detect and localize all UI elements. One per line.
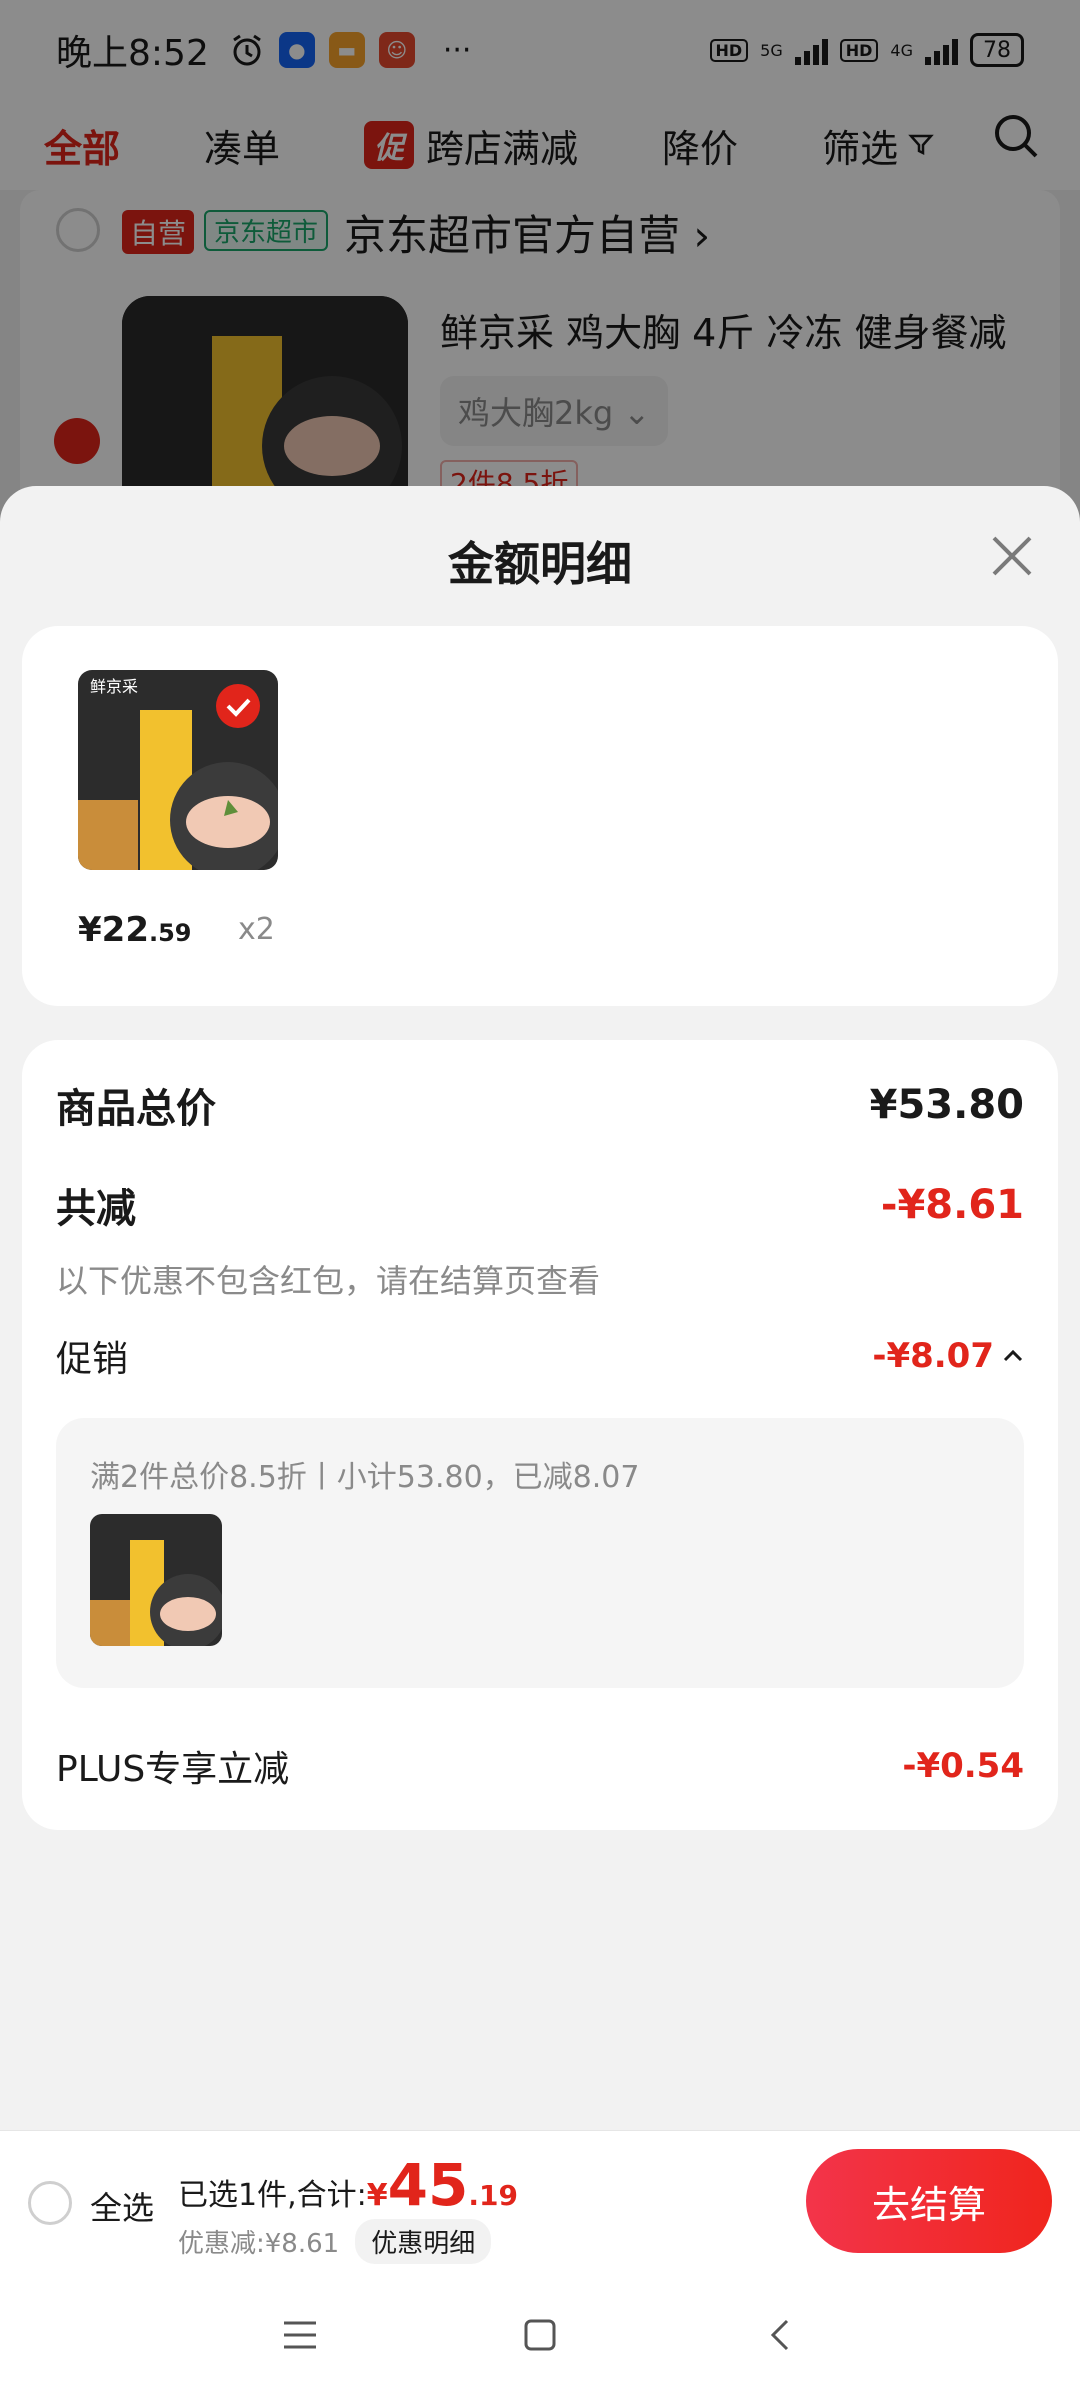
total-price-label: 商品总价: [56, 1086, 216, 1132]
close-icon[interactable]: [984, 528, 1040, 584]
promotion-row[interactable]: 促销 -¥8.07: [56, 1330, 1024, 1382]
product-thumbnail[interactable]: 鲜京采: [78, 670, 278, 870]
total-reduction-label: 共减: [56, 1186, 136, 1232]
menu-nav-button[interactable]: [270, 2305, 330, 2365]
promotion-product-thumbnail[interactable]: [90, 1514, 222, 1646]
selected-count-text: 已选1件,合计:: [178, 2178, 367, 2213]
chevron-up-icon[interactable]: [1002, 1345, 1024, 1367]
unit-price-decimal: .59: [148, 919, 192, 947]
plus-reduction-label: PLUS专享立减: [56, 1749, 290, 1790]
plus-reduction-value: -¥0.54: [902, 1746, 1024, 1786]
menu-icon: [284, 2321, 316, 2349]
total-price-row: 商品总价 ¥53.80: [56, 1076, 1024, 1134]
total-currency: ¥: [366, 2178, 388, 2213]
sheet-title: 金额明细: [448, 537, 632, 591]
selection-summary: 已选1件,合计: ¥45.19: [178, 2151, 518, 2219]
promotion-detail-box: 满2件总价8.5折丨小计53.80，已减8.07: [56, 1418, 1024, 1688]
select-all-radio[interactable]: [28, 2181, 72, 2225]
promotion-value-group: -¥8.07: [872, 1336, 1024, 1376]
unit-price: ¥22.59: [78, 910, 192, 950]
discount-summary: 优惠减:¥8.61 优惠明细: [178, 2219, 492, 2264]
total-decimal: .19: [468, 2179, 518, 2212]
product-card: 鲜京采 ¥22.59 x2: [22, 626, 1058, 1006]
checkout-button[interactable]: 去结算: [806, 2149, 1052, 2253]
total-reduction-value: -¥8.61: [880, 1182, 1024, 1228]
total-price-value: ¥53.80: [869, 1082, 1024, 1128]
selected-check-icon: [216, 684, 260, 728]
back-icon: [770, 2319, 789, 2351]
checkout-bar: 全选 已选1件,合计: ¥45.19 优惠减:¥8.61 优惠明细 去结算: [0, 2130, 1080, 2270]
total-reduction-row: 共减 -¥8.61: [56, 1176, 1024, 1234]
price-summary-card: 商品总价 ¥53.80 共减 -¥8.61 以下优惠不包含红包，请在结算页查看 …: [22, 1040, 1058, 1830]
discount-amount-text: 优惠减:¥8.61: [178, 2229, 340, 2259]
plus-reduction-row: PLUS专享立减 -¥0.54: [56, 1740, 1024, 1792]
promotion-detail-text: 满2件总价8.5折丨小计53.80，已减8.07: [90, 1460, 640, 1495]
system-nav-bar: [0, 2270, 1080, 2400]
quantity-label: x2: [238, 912, 275, 947]
select-all-label[interactable]: 全选: [90, 2183, 154, 2229]
total-main: 45: [387, 2151, 469, 2219]
discount-detail-button[interactable]: 优惠明细: [355, 2219, 492, 2264]
home-nav-button[interactable]: [510, 2305, 570, 2365]
unit-price-main: ¥22: [78, 910, 149, 950]
amount-detail-sheet: 金额明细 鲜京采 ¥22.59 x2 商品总价 ¥53.80 共减 -¥8.61…: [0, 486, 1080, 2130]
promotion-label: 促销: [56, 1339, 129, 1380]
promotion-value: -¥8.07: [872, 1336, 994, 1376]
home-square-icon: [524, 2319, 556, 2351]
total-amount: ¥45.19: [367, 2151, 518, 2219]
reduction-note: 以下优惠不包含红包，请在结算页查看: [56, 1262, 601, 1300]
brand-mark: 鲜京采: [90, 677, 138, 696]
back-nav-button[interactable]: [750, 2305, 810, 2365]
